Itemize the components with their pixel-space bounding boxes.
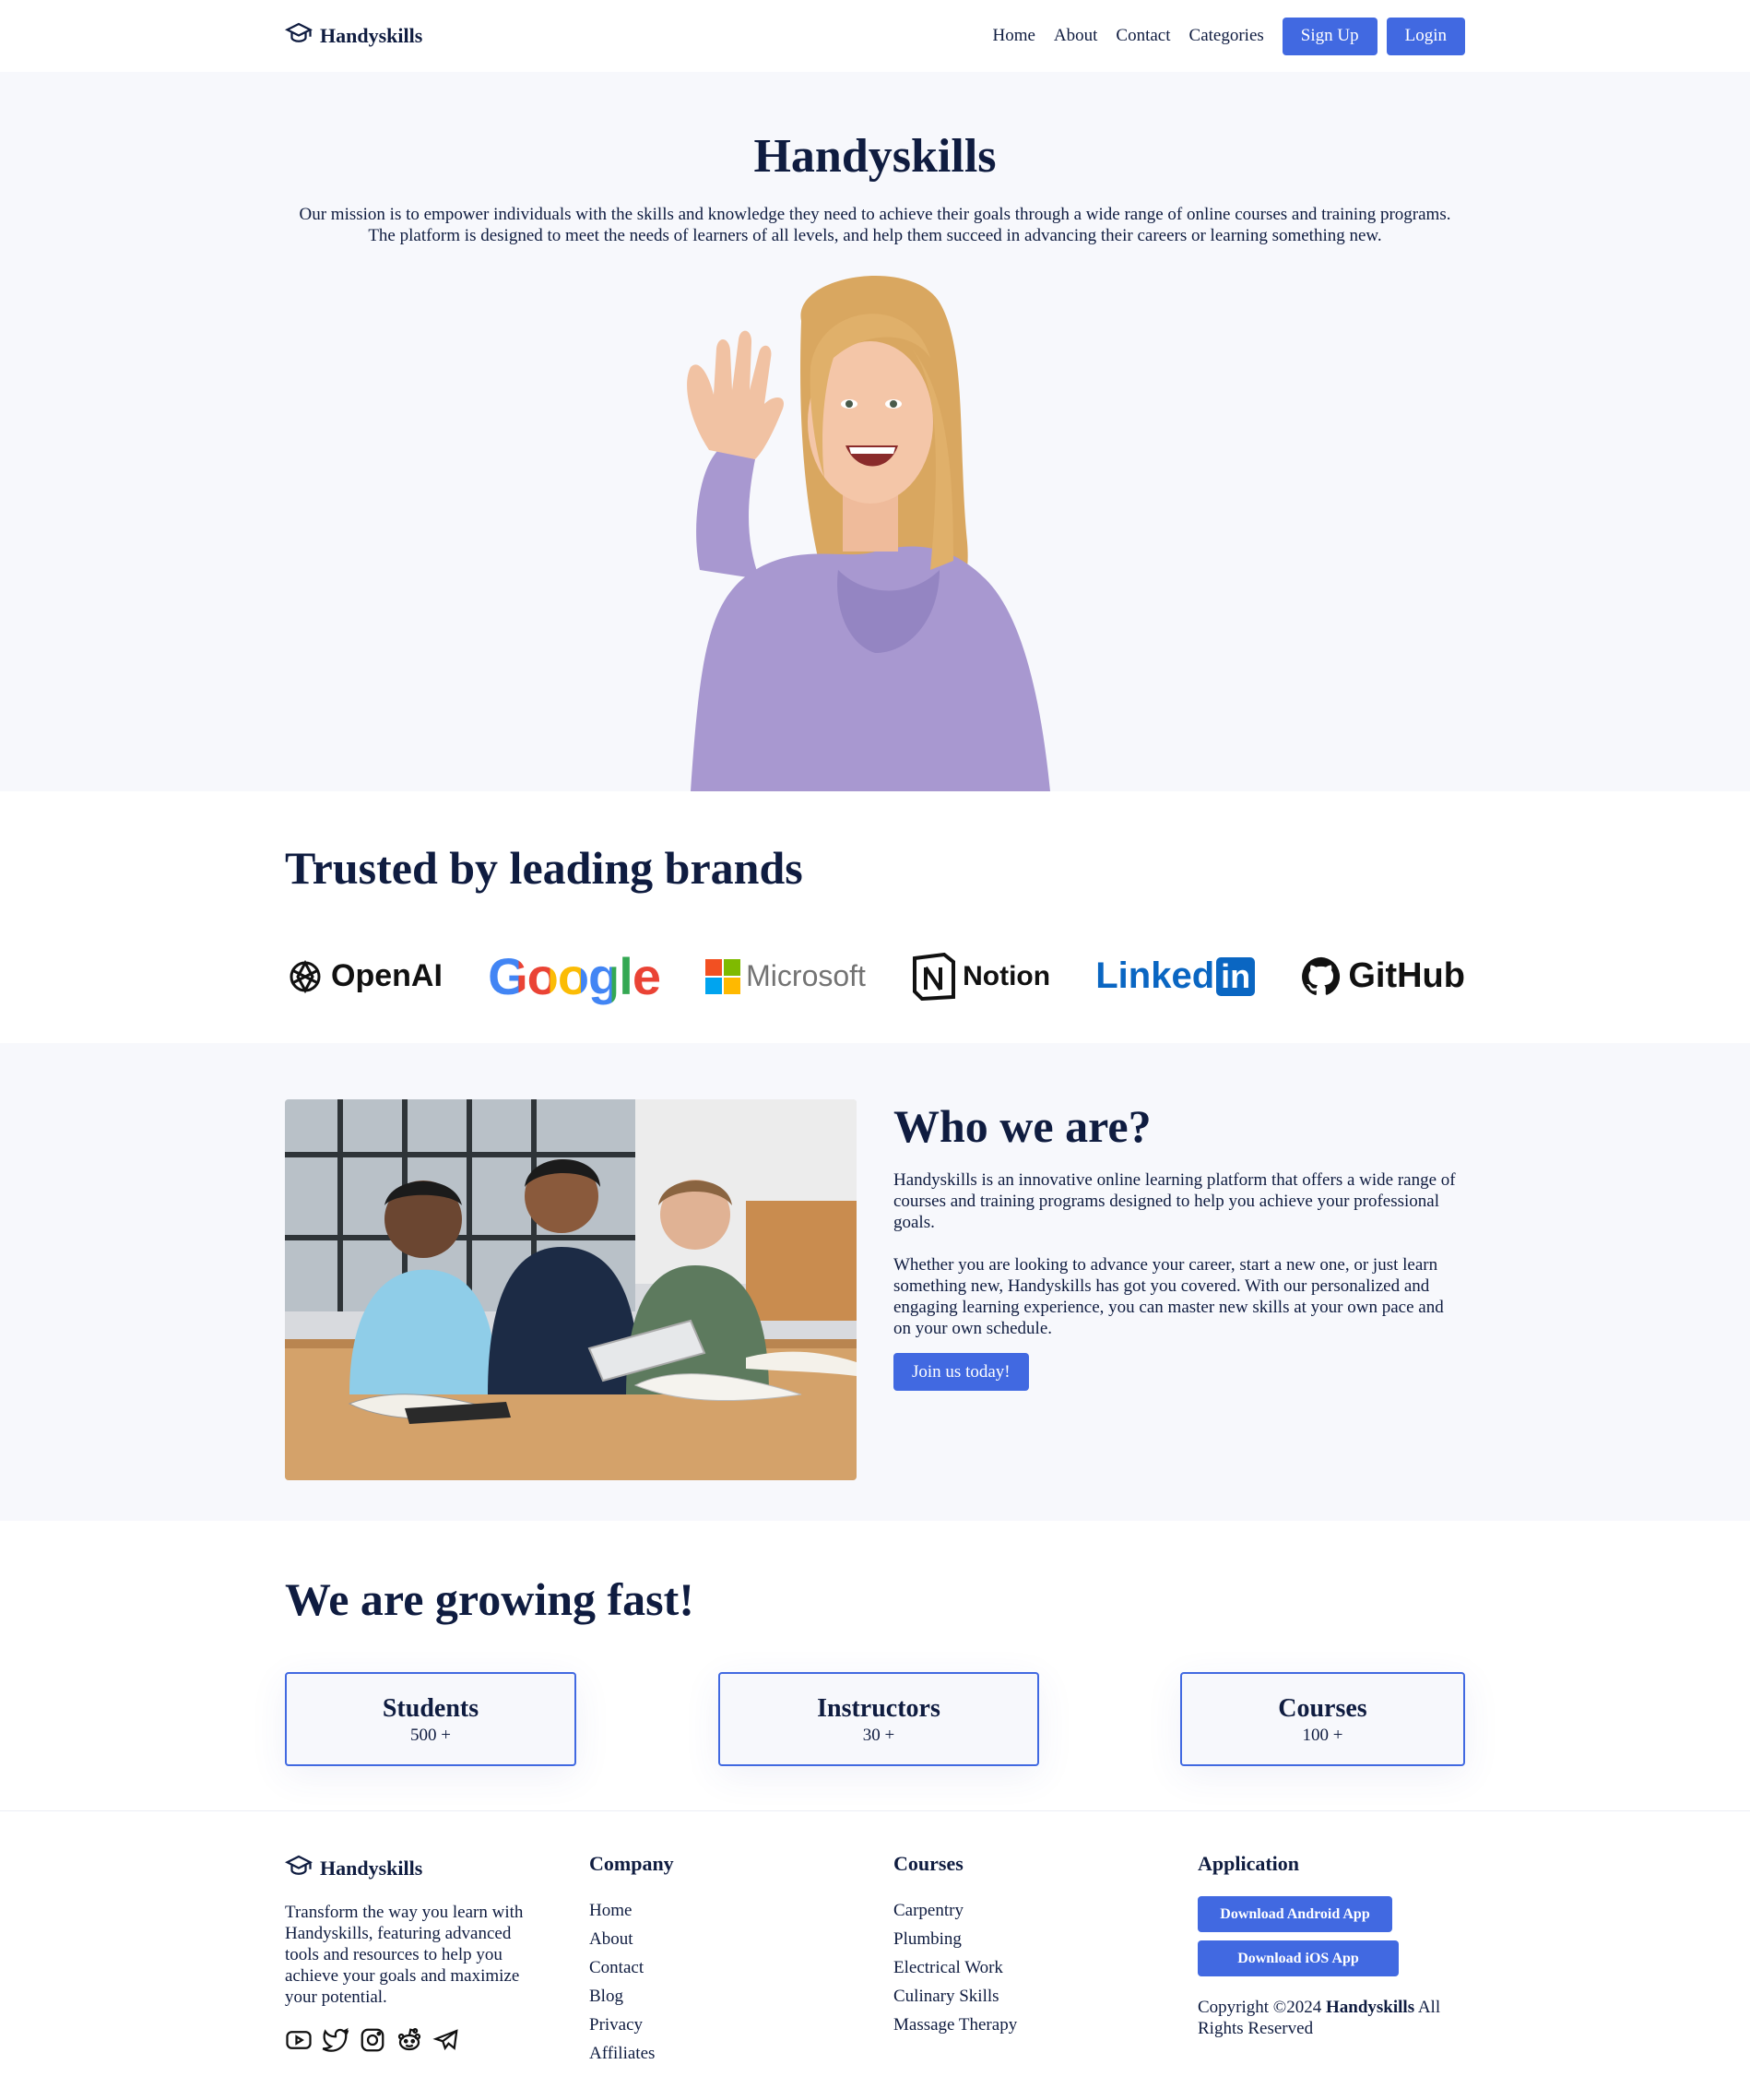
- footer-courses-title: Courses: [893, 1852, 964, 1875]
- github-logo: GitHub: [1300, 955, 1465, 998]
- signup-button[interactable]: Sign Up: [1282, 17, 1378, 55]
- stat-value: 100 +: [1302, 1726, 1343, 1745]
- nav-home-link[interactable]: Home: [992, 26, 1035, 46]
- hero-title: Handyskills: [753, 130, 997, 183]
- footer-brand-name: Handyskills: [320, 1857, 423, 1880]
- hero-image: [635, 266, 1115, 791]
- footer-link-affiliates[interactable]: Affiliates: [589, 2039, 893, 2068]
- brands-section: Trusted by leading brands OpenAI Google …: [0, 791, 1750, 1043]
- hero-section: Handyskills Our mission is to empower in…: [0, 72, 1750, 791]
- footer-description: Transform the way you learn with Handysk…: [285, 1903, 524, 2007]
- footer-course-plumbing[interactable]: Plumbing: [893, 1925, 1198, 1953]
- notion-logo-text: Notion: [963, 960, 1051, 991]
- github-icon: [1302, 956, 1341, 995]
- brands-title: Trusted by leading brands: [285, 842, 803, 894]
- navbar: Handyskills Home About Contact Categorie…: [0, 0, 1750, 72]
- github-logo-text: GitHub: [1348, 956, 1465, 995]
- footer-link-blog[interactable]: Blog: [589, 1982, 893, 2011]
- notion-logo: Notion: [911, 952, 1051, 1001]
- instagram-icon[interactable]: [359, 2026, 386, 2054]
- openai-logo: OpenAI: [285, 956, 443, 997]
- footer-application-title: Application: [1198, 1852, 1300, 1875]
- linkedin-in-badge: in: [1216, 956, 1256, 996]
- brand-logo[interactable]: Handyskills: [284, 19, 423, 53]
- stat-card-courses: Courses 100 +: [1180, 1672, 1465, 1766]
- download-android-button[interactable]: Download Android App: [1198, 1896, 1392, 1932]
- linkedin-logo-text: Linked: [1095, 955, 1215, 996]
- stat-value: 500 +: [410, 1726, 451, 1745]
- openai-logo-text: OpenAI: [331, 958, 443, 993]
- google-logo-text: Google: [488, 947, 661, 1005]
- hero-text: Our mission is to empower individuals wi…: [299, 205, 1451, 245]
- join-button[interactable]: Join us today!: [893, 1353, 1029, 1391]
- footer: Handyskills Transform the way you learn …: [0, 1810, 1750, 2100]
- students-photo: [285, 1099, 857, 1480]
- download-ios-button[interactable]: Download iOS App: [1198, 1940, 1399, 1976]
- footer-link-contact[interactable]: Contact: [589, 1953, 893, 1982]
- growth-title: We are growing fast!: [285, 1573, 694, 1625]
- growth-section: We are growing fast! Students 500 + Inst…: [0, 1521, 1750, 1810]
- footer-brand[interactable]: Handyskills: [284, 1852, 589, 1885]
- stat-label: Instructors: [817, 1694, 940, 1723]
- stat-card-students: Students 500 +: [285, 1672, 576, 1766]
- login-button[interactable]: Login: [1386, 17, 1465, 55]
- stat-card-instructors: Instructors 30 +: [718, 1672, 1039, 1766]
- footer-company-title: Company: [589, 1852, 674, 1875]
- who-paragraph-2: Whether you are looking to advance your …: [893, 1255, 1444, 1338]
- youtube-icon[interactable]: [285, 2026, 313, 2054]
- footer-link-home[interactable]: Home: [589, 1896, 893, 1925]
- copyright-prefix: Copyright ©2024: [1198, 1998, 1322, 2017]
- footer-course-massage[interactable]: Massage Therapy: [893, 2011, 1198, 2039]
- nav-contact-link[interactable]: Contact: [1116, 26, 1170, 46]
- footer-course-electrical[interactable]: Electrical Work: [893, 1953, 1198, 1982]
- reddit-icon[interactable]: [396, 2026, 423, 2054]
- footer-link-privacy[interactable]: Privacy: [589, 2011, 893, 2039]
- notion-icon: [913, 952, 956, 1001]
- stat-label: Students: [382, 1694, 479, 1723]
- brand-name: Handyskills: [320, 24, 423, 47]
- stat-label: Courses: [1278, 1694, 1367, 1723]
- nav-about-link[interactable]: About: [1054, 26, 1098, 46]
- graduation-cap-icon: [284, 19, 313, 53]
- telegram-icon[interactable]: [432, 2026, 460, 2054]
- footer-link-about[interactable]: About: [589, 1925, 893, 1953]
- microsoft-icon: [705, 958, 741, 994]
- microsoft-logo: Microsoft: [705, 958, 866, 994]
- google-logo: Google: [488, 946, 661, 1006]
- nav-categories-link[interactable]: Categories: [1189, 26, 1264, 46]
- footer-course-carpentry[interactable]: Carpentry: [893, 1896, 1198, 1925]
- linkedin-logo: Linked in: [1095, 955, 1256, 997]
- who-title: Who we are?: [893, 1100, 1152, 1152]
- footer-course-culinary[interactable]: Culinary Skills: [893, 1982, 1198, 2011]
- graduation-cap-icon: [284, 1852, 313, 1885]
- microsoft-logo-text: Microsoft: [746, 959, 866, 992]
- copyright-brand: Handyskills: [1326, 1998, 1415, 2017]
- openai-icon: [290, 959, 321, 993]
- stat-value: 30 +: [862, 1726, 895, 1745]
- twitter-icon[interactable]: [322, 2026, 349, 2054]
- who-section: Who we are? Handyskills is an innovative…: [0, 1043, 1750, 1521]
- copyright: Copyright ©2024 Handyskills All Rights R…: [1198, 1997, 1474, 2039]
- who-paragraph-1: Handyskills is an innovative online lear…: [893, 1170, 1456, 1232]
